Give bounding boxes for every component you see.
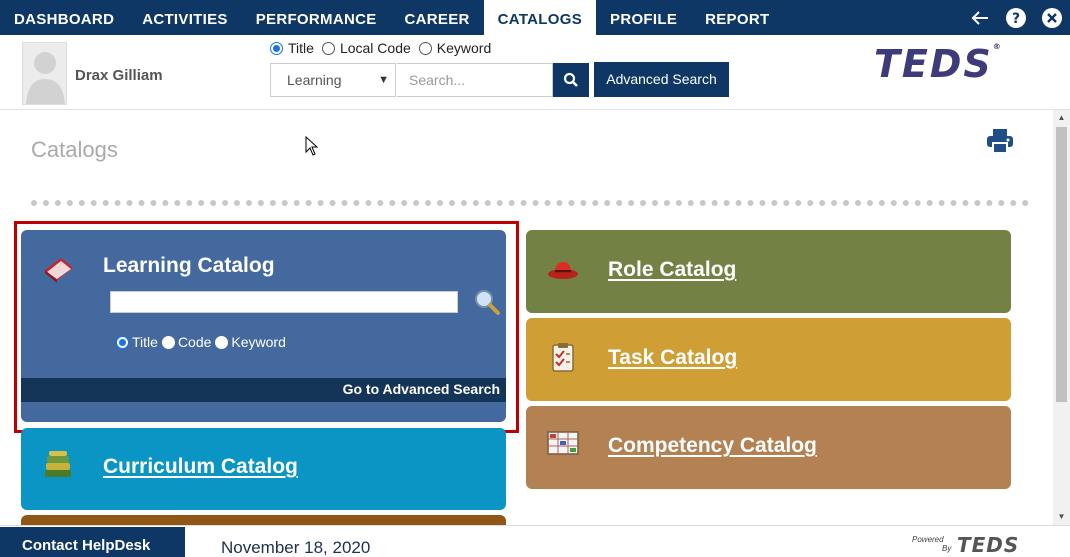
search-mode-local-code[interactable]: Local Code	[321, 40, 411, 56]
learning-mode-keyword[interactable]: Keyword	[215, 334, 286, 350]
radio-learning-code[interactable]	[161, 335, 175, 349]
radio-learning-keyword[interactable]	[215, 335, 229, 349]
nav-profile[interactable]: PROFILE	[596, 0, 691, 35]
scroll-down-icon[interactable]: ▼	[1053, 509, 1070, 525]
header: Drax Gilliam Title Local Code Keyword Le…	[0, 35, 1070, 110]
svg-text:?: ?	[1012, 11, 1020, 27]
radio-learning-title[interactable]	[116, 335, 129, 349]
advanced-search-button[interactable]: Advanced Search	[594, 62, 729, 97]
learning-mode-title[interactable]: Title	[116, 334, 158, 350]
search-mode-keyword[interactable]: Keyword	[418, 40, 491, 56]
back-arrow-icon[interactable]	[970, 8, 990, 28]
go-to-advanced-search-link[interactable]: Go to Advanced Search	[343, 381, 500, 397]
hat-icon	[546, 254, 580, 288]
competency-catalog-card[interactable]: Competency Catalog	[526, 406, 1011, 489]
nav-activities[interactable]: ACTIVITIES	[128, 0, 242, 35]
search-input[interactable]: Search...	[397, 63, 553, 97]
nav-dashboard[interactable]: DASHBOARD	[0, 0, 128, 35]
learning-catalog-card: Learning Catalog Title Code Keyword Go t…	[21, 230, 506, 422]
search-mode-title[interactable]: Title	[270, 40, 314, 56]
radio-title[interactable]	[270, 41, 283, 55]
print-icon[interactable]	[986, 128, 1014, 154]
powered-by-logo: TEDS	[957, 533, 1020, 557]
clipboard-icon	[546, 340, 580, 374]
magnifier-icon[interactable]	[473, 288, 501, 316]
book-icon	[41, 250, 75, 284]
scroll-up-icon[interactable]: ▲	[1053, 110, 1070, 126]
books-stack-icon	[41, 448, 75, 482]
teds-logo: TEDS®	[874, 42, 1003, 86]
nav-report[interactable]: REPORT	[691, 0, 783, 35]
chevron-down-icon: ▼	[378, 74, 389, 86]
scrollbar[interactable]: ▲ ▼	[1053, 110, 1070, 525]
search-button[interactable]	[553, 63, 589, 97]
avatar	[22, 42, 67, 105]
nav-career[interactable]: CAREER	[391, 0, 484, 35]
category-select[interactable]: Learning ▼	[270, 63, 396, 97]
competency-catalog-link[interactable]: Competency Catalog	[608, 434, 817, 458]
learning-search-input[interactable]	[110, 291, 458, 313]
page-title: Catalogs	[31, 137, 118, 162]
user-name: Drax Gilliam	[75, 67, 163, 84]
radio-local-code[interactable]	[321, 41, 335, 55]
curriculum-catalog-link[interactable]: Curriculum Catalog	[103, 455, 298, 479]
divider	[31, 200, 1029, 206]
advanced-search-bar: Go to Advanced Search	[21, 378, 506, 402]
task-catalog-card[interactable]: Task Catalog	[526, 318, 1011, 401]
nav-performance[interactable]: PERFORMANCE	[242, 0, 391, 35]
help-icon[interactable]: ?	[1006, 8, 1026, 28]
radio-keyword[interactable]	[418, 41, 432, 55]
learning-catalog-title: Learning Catalog	[103, 254, 275, 277]
curriculum-catalog-card[interactable]: Curriculum Catalog	[21, 428, 506, 510]
footer: Contact HelpDesk November 18, 2020 Power…	[0, 525, 1070, 557]
contact-helpdesk-button[interactable]: Contact HelpDesk	[0, 527, 185, 557]
search-icon	[563, 72, 578, 87]
task-catalog-link[interactable]: Task Catalog	[608, 346, 737, 370]
mouse-cursor-icon	[305, 135, 319, 156]
nav-catalogs[interactable]: CATALOGS	[483, 0, 597, 35]
role-catalog-link[interactable]: Role Catalog	[608, 258, 736, 282]
learning-mode-code[interactable]: Code	[161, 334, 211, 350]
scroll-thumb[interactable]	[1056, 127, 1067, 402]
footer-date: November 18, 2020	[221, 538, 371, 557]
powered-by-label: Powered By	[912, 535, 952, 553]
search-mode-options: Title Local Code Keyword	[270, 40, 491, 56]
nav-icons: ?	[970, 8, 1062, 28]
role-catalog-card[interactable]: Role Catalog	[526, 230, 1011, 313]
close-icon[interactable]	[1042, 8, 1062, 28]
learning-search-modes: Title Code Keyword	[116, 334, 286, 350]
chart-grid-icon	[546, 426, 580, 460]
top-nav: DASHBOARD ACTIVITIES PERFORMANCE CAREER …	[0, 0, 1070, 35]
